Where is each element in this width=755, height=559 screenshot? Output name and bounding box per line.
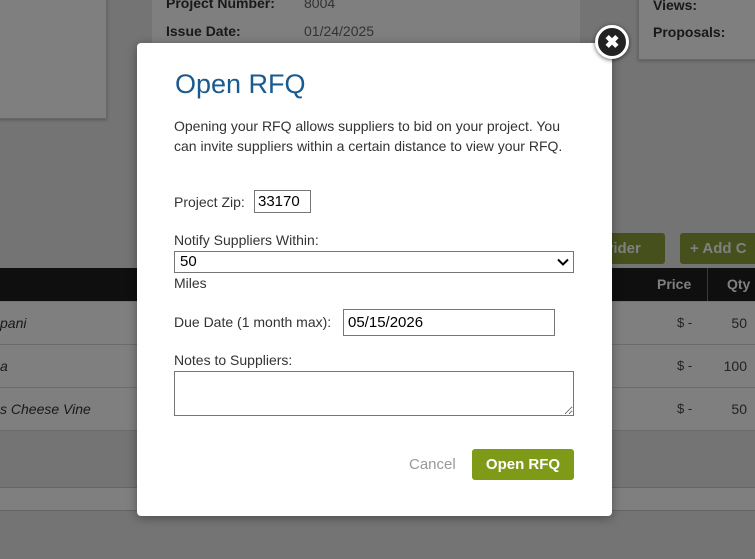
miles-label: Miles (174, 275, 207, 291)
zip-input[interactable] (254, 190, 311, 213)
close-icon: ✖ (604, 32, 620, 52)
close-modal-button[interactable]: ✖ (595, 25, 629, 59)
modal-title: Open RFQ (175, 69, 306, 99)
notify-distance-value: 50 (180, 253, 197, 270)
open-rfq-modal: Open RFQ Opening your RFQ allows supplie… (137, 43, 612, 516)
notify-distance-select[interactable]: 50 (174, 251, 574, 273)
open-rfq-button[interactable]: Open RFQ (472, 449, 574, 480)
zip-label: Project Zip: (174, 194, 245, 210)
due-date-label: Due Date (1 month max): (174, 314, 332, 330)
modal-description: Opening your RFQ allows suppliers to bid… (174, 118, 563, 154)
chevron-down-icon (557, 258, 569, 266)
notes-label: Notes to Suppliers: (174, 352, 293, 368)
due-date-input[interactable] (343, 309, 555, 336)
notify-label: Notify Suppliers Within: (174, 232, 319, 248)
notes-textarea[interactable] (174, 371, 574, 416)
cancel-button[interactable]: Cancel (409, 456, 456, 473)
